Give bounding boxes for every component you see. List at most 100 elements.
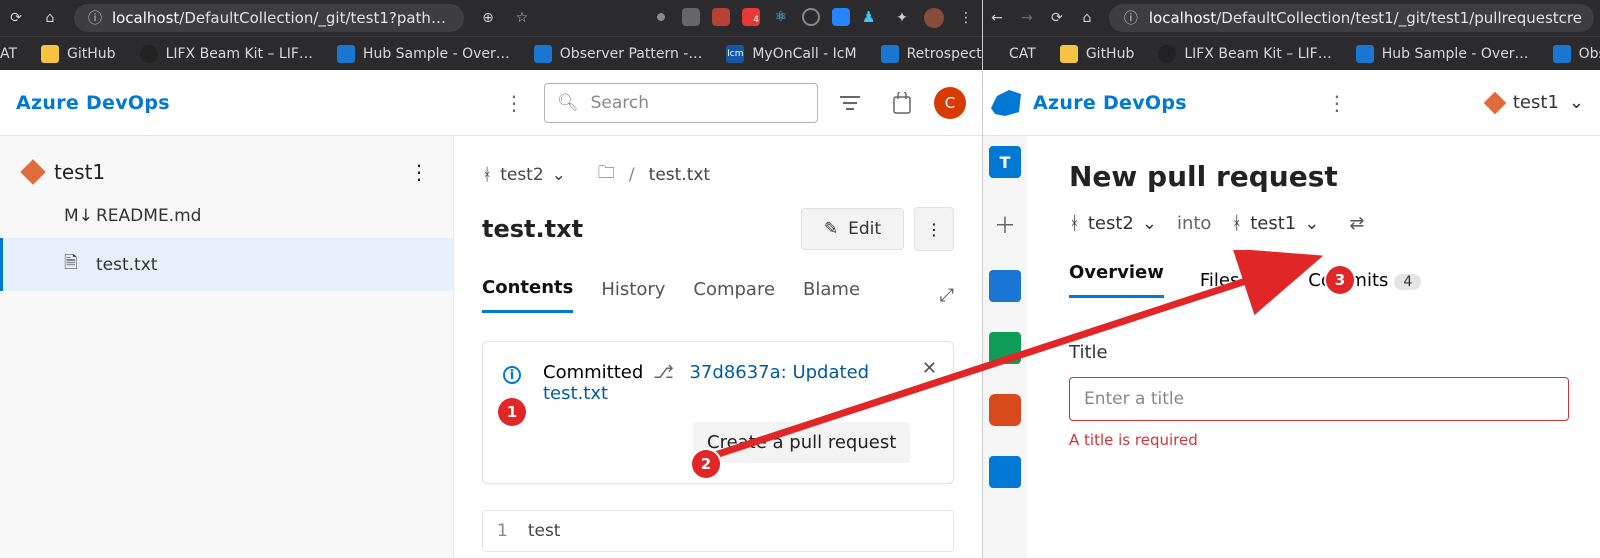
ext-icon[interactable] xyxy=(652,8,670,26)
ext-icon[interactable]: ♟ xyxy=(862,8,880,26)
breadcrumb-file[interactable]: test.txt xyxy=(649,165,710,185)
bookmarks-bar: AT GitHub LIFX Beam Kit – LIF… Hub Sampl… xyxy=(0,36,982,70)
edit-label: Edit xyxy=(848,219,881,239)
tab-history[interactable]: History xyxy=(601,279,665,312)
star-icon[interactable]: ☆ xyxy=(512,8,532,28)
title-input[interactable]: Enter a title xyxy=(1069,377,1569,421)
bookmark-item[interactable]: LIFX Beam Kit – LIF… xyxy=(140,45,313,63)
app-header: Azure DevOps ⋮ 🔍︎ Search C xyxy=(0,70,982,136)
extensions-icon[interactable]: ✦ xyxy=(892,8,912,28)
add-icon[interactable]: ＋ xyxy=(994,208,1016,240)
tab-contents[interactable]: Contents xyxy=(482,277,573,313)
rail-pipelines-icon[interactable] xyxy=(989,456,1021,488)
search-placeholder: Search xyxy=(591,93,649,113)
filter-icon[interactable] xyxy=(830,95,870,111)
rail-project-tile[interactable]: T xyxy=(989,146,1021,178)
pull-request-main: New pull request ᚼ test2 ⌄ into ᚼ test1 … xyxy=(1027,136,1600,558)
repo-root-item[interactable]: test1 ⋮ xyxy=(0,150,453,194)
home-icon[interactable]: ⌂ xyxy=(40,8,60,28)
create-pull-request-button[interactable]: Create a pull request xyxy=(693,422,910,463)
file-name: test.txt xyxy=(96,255,157,275)
url-text: localhost/DefaultCollection/test1/_git/t… xyxy=(1149,9,1582,27)
profile-avatar[interactable] xyxy=(924,8,944,28)
back-icon[interactable]: ← xyxy=(989,8,1005,28)
rail-tests-icon[interactable] xyxy=(989,332,1021,364)
zoom-icon[interactable]: ⊕ xyxy=(478,8,498,28)
branch-selector[interactable]: ᚼ test2 ⌄ xyxy=(482,165,566,185)
ext-icon[interactable] xyxy=(712,8,730,26)
bookmark-item[interactable]: AT xyxy=(0,46,17,62)
kebab-icon[interactable]: ⋮ xyxy=(956,8,976,28)
tab-badge: 1 xyxy=(1245,274,1272,290)
react-ext-icon[interactable]: ⚛ xyxy=(772,8,790,26)
commit-message: Committed ⎇ 37d8637a: Updated test.txt xyxy=(543,362,933,404)
breadcrumb-row: ᚼ test2 ⌄ 🗀 / test.txt xyxy=(482,160,954,189)
kebab-icon: ⋮ xyxy=(926,220,942,239)
title-placeholder: Enter a title xyxy=(1084,389,1184,409)
folder-icon[interactable]: 🗀 xyxy=(598,160,615,189)
file-title-row: test.txt ✎ Edit ⋮ xyxy=(482,207,954,251)
edit-button[interactable]: ✎ Edit xyxy=(801,208,904,250)
bookmark-item[interactable]: CAT xyxy=(1009,46,1036,62)
swap-icon[interactable]: ⇄ xyxy=(1349,213,1364,234)
tree-kebab-icon[interactable]: ⋮ xyxy=(409,160,429,184)
url-bar[interactable]: ⓘ localhost/DefaultCollection/_git/test1… xyxy=(74,4,464,32)
azure-devops-logo[interactable]: Azure DevOps xyxy=(1033,92,1187,114)
breadcrumb-separator: / xyxy=(629,165,635,185)
bookmark-item[interactable]: Observer xyxy=(1553,45,1600,63)
extensions-row: 4 ⚛ ♟ ✦ ⋮ xyxy=(652,8,976,28)
user-avatar[interactable]: C xyxy=(934,87,966,119)
target-branch-selector[interactable]: ᚼ test1 ⌄ xyxy=(1231,213,1319,234)
chevron-down-icon: ⌄ xyxy=(552,165,566,185)
tab-blame[interactable]: Blame xyxy=(803,279,860,312)
bookmark-item[interactable]: Hub Sample - Over… xyxy=(1356,45,1529,63)
browser-toolbar: ⟳ ⌂ ⓘ localhost/DefaultCollection/_git/t… xyxy=(0,0,982,36)
ext-icon[interactable] xyxy=(682,8,700,26)
commit-icon: ⎇ xyxy=(653,362,674,383)
file-tree-item-selected[interactable]: 🗎 test.txt xyxy=(0,238,453,291)
source-branch-selector[interactable]: ᚼ test2 ⌄ xyxy=(1069,213,1157,234)
tab-overview[interactable]: Overview xyxy=(1069,262,1164,298)
repo-name: test1 xyxy=(54,160,105,184)
close-icon[interactable]: ✕ xyxy=(922,358,937,379)
bookmark-item[interactable]: Observer Pattern -… xyxy=(534,45,703,63)
tab-compare[interactable]: Compare xyxy=(693,279,775,312)
header-kebab-icon[interactable]: ⋮ xyxy=(1319,91,1355,115)
rail-repos-icon[interactable] xyxy=(989,394,1021,426)
tab-files[interactable]: Files1 xyxy=(1200,270,1272,291)
ext-badge-icon[interactable]: 4 xyxy=(742,8,760,26)
ext-icon[interactable] xyxy=(802,8,820,26)
url-bar[interactable]: ⓘ localhost/DefaultCollection/test1/_git… xyxy=(1109,4,1594,32)
bookmark-item[interactable]: GitHub xyxy=(41,45,116,63)
home-icon[interactable]: ⌂ xyxy=(1079,8,1095,28)
markdown-icon: M↓ xyxy=(64,206,82,226)
reload-icon[interactable]: ⟳ xyxy=(6,8,26,28)
bookmark-item[interactable]: GitHub xyxy=(1060,45,1135,63)
bookmark-item[interactable]: IcmMyOnCall - IcM xyxy=(726,45,856,63)
bookmark-item[interactable]: LIFX Beam Kit – LIF… xyxy=(1158,45,1331,63)
info-icon[interactable]: ⓘ xyxy=(86,8,104,28)
shopping-bag-icon[interactable] xyxy=(882,92,922,114)
annotation-2: 2 xyxy=(692,450,720,478)
branch-icon: ᚼ xyxy=(1231,213,1242,234)
search-input[interactable]: 🔍︎ Search xyxy=(544,83,818,123)
azure-devops-logo[interactable]: Azure DevOps xyxy=(16,92,170,114)
reload-icon[interactable]: ⟳ xyxy=(1049,8,1065,28)
chevron-down-icon: ⌄ xyxy=(1569,92,1584,113)
pencil-icon: ✎ xyxy=(824,219,838,239)
chevron-down-icon: ⌄ xyxy=(1142,213,1157,234)
azure-devops-icon[interactable] xyxy=(991,90,1021,116)
expand-icon[interactable]: ⤢ xyxy=(940,285,954,306)
file-tree-item[interactable]: M↓ README.md xyxy=(0,194,453,238)
rail-boards-icon[interactable] xyxy=(989,270,1021,302)
bookmark-item[interactable]: Hub Sample - Over… xyxy=(337,45,510,63)
header-kebab-icon[interactable]: ⋮ xyxy=(496,91,532,115)
more-button[interactable]: ⋮ xyxy=(914,207,954,251)
info-icon[interactable]: ⓘ xyxy=(1121,8,1141,28)
zoom-ext-icon[interactable] xyxy=(832,8,850,26)
annotation-3: 3 xyxy=(1326,266,1354,294)
app-header: Azure DevOps ⋮ test1 ⌄ xyxy=(983,70,1600,136)
code-viewer: 1 test xyxy=(482,510,954,552)
line-number: 1 xyxy=(497,521,508,541)
project-selector[interactable]: test1 ⌄ xyxy=(1487,92,1584,113)
